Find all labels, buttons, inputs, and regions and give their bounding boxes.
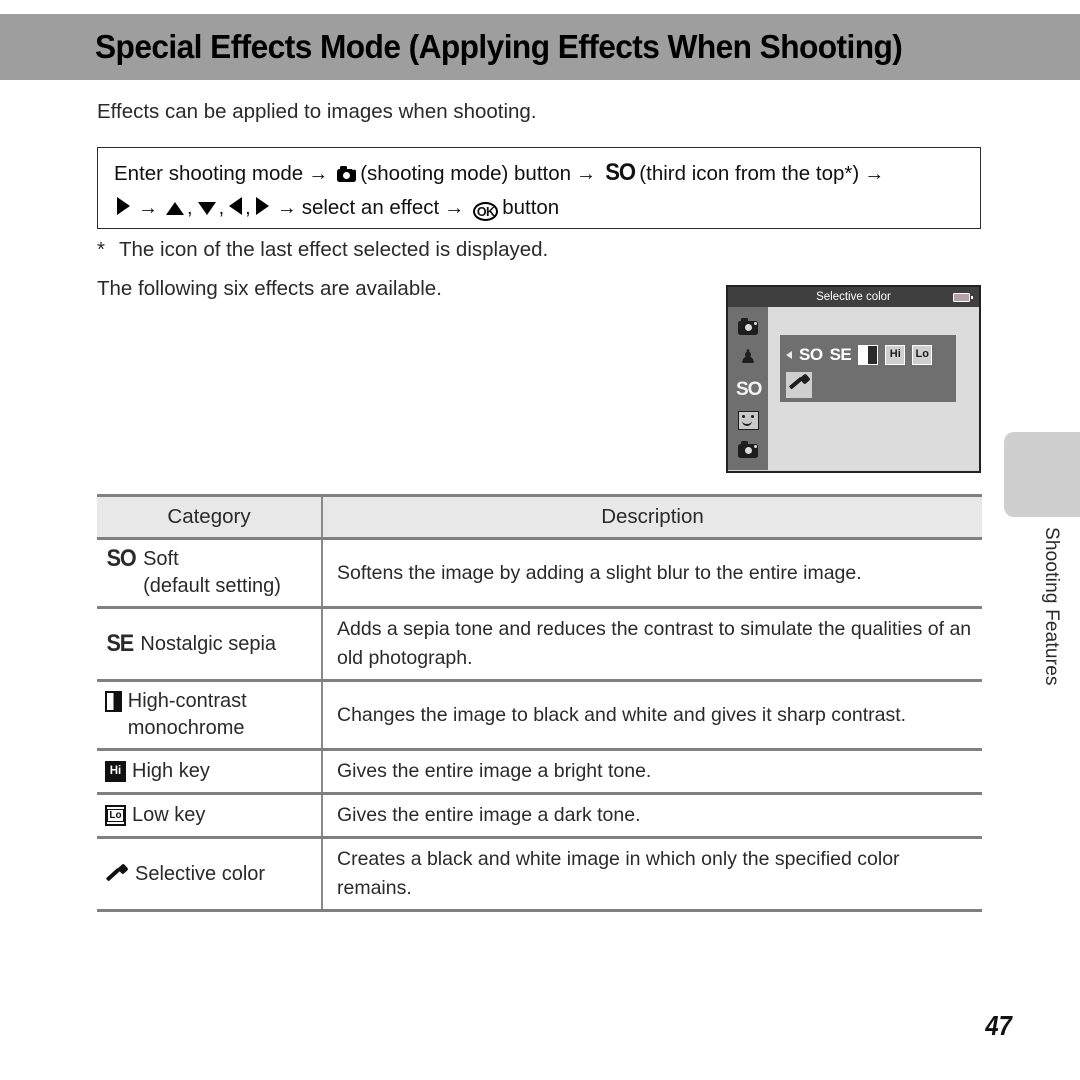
camera-icon [337,166,357,182]
eyedropper-icon [105,862,129,886]
camera-auto-icon [736,316,760,338]
lcd-title-bar: Selective color [728,287,979,307]
low-key-icon: Lo [105,805,126,826]
camera-lcd-illustration: Selective color ♟ SO SO SE Hi Lo [726,285,981,473]
procedure-line-1: Enter shooting mode → (shooting mode) bu… [114,156,980,191]
column-header-description: Description [322,494,982,540]
arrow-icon: → [276,197,297,219]
triangle-left-icon [229,197,243,215]
cell-category-high-contrast-monochrome: High-contrast monochrome [97,679,323,751]
so-icon: SO [106,545,137,572]
cell-description-soft: Softens the image by adding a slight blu… [322,537,982,609]
effects-row-2 [786,370,956,400]
scene-mode-icon: ♟ [739,347,757,369]
page-title: Special Effects Mode (Applying Effects W… [95,28,903,65]
cell-description-low-key: Gives the entire image a dark tone. [322,792,982,839]
page-title-banner: Special Effects Mode (Applying Effects W… [0,14,1080,80]
arrow-icon: → [308,163,329,185]
camera-mode-icon [736,439,760,461]
lcd-body: ♟ SO SO SE Hi Lo [728,307,979,470]
effect-icon-selective-color[interactable] [786,372,812,398]
table-row: SO Soft (default setting) Softens the im… [97,537,982,609]
effect-name: Selective color [135,862,266,885]
comma-separator: , [218,197,225,219]
effect-name: Soft [143,548,179,570]
triangle-down-icon [197,202,216,215]
procedure-text-enter-shooting-mode: Enter shooting mode [114,162,304,185]
effects-row-1: SO SE Hi Lo [786,340,956,370]
effects-table: Category Description SO Soft (default se… [97,494,982,912]
procedure-text-button: button [502,196,560,219]
table-row: Selective color Creates a black and whit… [97,836,982,912]
table-row: Lo Low key Gives the entire image a dark… [97,792,982,839]
caret-left-icon [786,351,792,359]
side-index-tab-label: Shooting Features [1041,527,1062,686]
cell-category-selective-color: Selective color [97,836,323,912]
effect-subnote: (default setting) [143,575,281,597]
effect-name: Nostalgic sepia [140,632,277,655]
lead-in-text: The following six effects are available. [97,277,442,300]
column-header-category: Category [97,494,323,540]
triangle-right-icon [117,197,130,215]
cell-category-nostalgic-sepia: SE Nostalgic sepia [97,606,323,682]
effect-icon-high-key[interactable]: Hi [885,345,906,365]
arrow-icon: → [864,163,885,185]
table-row: SE Nostalgic sepia Adds a sepia tone and… [97,606,982,682]
special-effects-icon: SO [736,378,762,400]
lcd-main-area: SO SE Hi Lo [768,307,979,470]
arrow-icon: → [444,197,465,219]
high-key-icon: Hi [105,761,126,782]
arrow-icon: → [576,163,597,185]
effect-icon-high-contrast-monochrome[interactable] [858,345,879,365]
table-row: High-contrast monochrome Changes the ima… [97,679,982,751]
cell-category-soft: SO Soft (default setting) [97,537,323,609]
footnote-text: The icon of the last effect selected is … [119,238,549,261]
arrow-icon: → [138,197,158,219]
procedure-text-shooting-mode-button: (shooting mode) button [360,162,572,185]
procedure-line-2: → , , , → select an effect → OK button [114,191,980,225]
procedure-box: Enter shooting mode → (shooting mode) bu… [97,147,981,229]
lcd-title-text: Selective color [816,291,891,303]
procedure-text-select-an-effect: select an effect [301,196,440,219]
intro-text: Effects can be applied to images when sh… [97,100,537,123]
cell-description-high-key: Gives the entire image a bright tone. [322,748,982,795]
effect-name: High-contrast monochrome [127,690,247,739]
footnote-marker: * [97,238,105,261]
se-icon: SE [106,629,134,657]
special-effects-so-icon: SO [605,159,636,186]
high-contrast-monochrome-icon [105,691,122,712]
effect-name: Low key [132,804,206,826]
battery-icon [953,292,973,302]
effect-name: High key [132,760,210,782]
effect-icon-soft[interactable]: SO [799,345,823,365]
effects-selection-panel: SO SE Hi Lo [780,335,956,402]
triangle-up-icon [166,202,184,215]
cell-description-high-contrast-monochrome: Changes the image to black and white and… [322,679,982,751]
cell-category-high-key: Hi High key [97,748,323,795]
cell-description-selective-color: Creates a black and white image in which… [322,836,982,912]
side-index-tab [1004,432,1080,517]
low-key-icon-label: Lo [107,809,124,822]
comma-separator: , [187,197,193,219]
effect-icon-low-key[interactable]: Lo [912,345,933,365]
cell-description-nostalgic-sepia: Adds a sepia tone and reduces the contra… [322,606,982,682]
lcd-mode-sidebar: ♟ SO [728,307,768,470]
table-header-row: Category Description [97,494,982,540]
ok-button-icon: OK [473,202,499,221]
procedure-text-third-icon: (third icon from the top*) [639,162,860,185]
footnote: * The icon of the last effect selected i… [97,238,548,262]
page-number: 47 [985,1010,1012,1041]
cell-category-low-key: Lo Low key [97,792,323,839]
smart-portrait-icon [737,410,759,430]
comma-separator: , [245,197,251,219]
effect-icon-nostalgic-sepia[interactable]: SE [830,345,852,365]
triangle-right-icon [255,197,269,215]
table-row: Hi High key Gives the entire image a bri… [97,748,982,795]
